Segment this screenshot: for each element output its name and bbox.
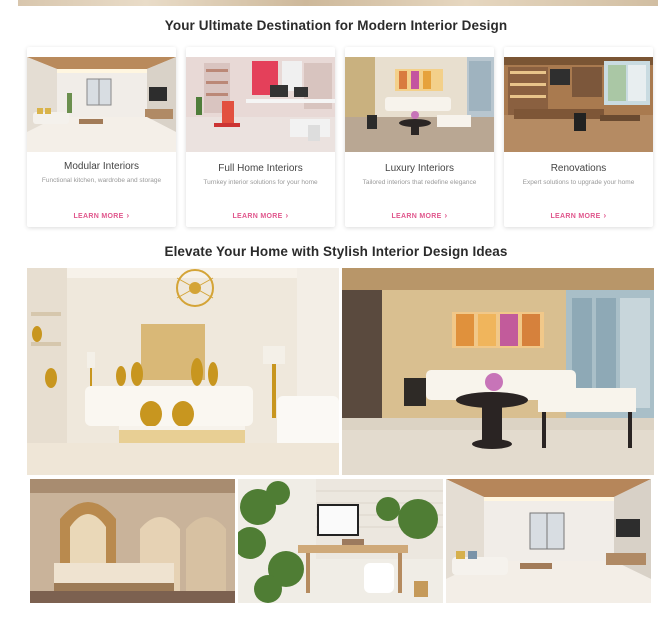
chevron-right-icon: › xyxy=(126,211,130,220)
service-card-full-home[interactable]: Full Home Interiors Turnkey interior sol… xyxy=(186,47,335,227)
card-title: Luxury Interiors xyxy=(385,163,454,174)
gallery-modern-living-image[interactable] xyxy=(446,479,651,603)
card-title: Full Home Interiors xyxy=(218,163,303,174)
learn-more-link[interactable]: LEARN MORE › xyxy=(345,211,494,220)
service-card-luxury[interactable]: Luxury Interiors Tailored interiors that… xyxy=(345,47,494,227)
gallery-gold-living-room-image[interactable] xyxy=(27,268,339,475)
gallery-section-title: Elevate Your Home with Stylish Interior … xyxy=(164,244,508,259)
services-card-grid: Modular Interiors Functional kitchen, wa… xyxy=(27,47,654,227)
card-description: Tailored interiors that redefine eleganc… xyxy=(362,179,477,186)
card-description: Expert solutions to upgrade your home xyxy=(522,179,635,186)
learn-more-link[interactable]: LEARN MORE › xyxy=(504,211,653,220)
learn-more-label: LEARN MORE xyxy=(73,213,124,220)
card-title: Modular Interiors xyxy=(63,161,140,172)
chevron-right-icon: › xyxy=(603,211,607,220)
renovations-image xyxy=(504,57,653,152)
gallery-plant-workspace-image[interactable] xyxy=(238,479,443,603)
chevron-right-icon: › xyxy=(285,211,289,220)
card-title: Renovations xyxy=(550,163,607,174)
card-description: Functional kitchen, wardrobe and storage xyxy=(41,177,162,184)
full-home-interiors-image xyxy=(186,57,335,152)
gallery-luxury-lounge-image[interactable] xyxy=(342,268,654,475)
learn-more-link[interactable]: LEARN MORE › xyxy=(27,211,176,220)
service-card-renovations[interactable]: Renovations Expert solutions to upgrade … xyxy=(504,47,653,227)
service-card-modular[interactable]: Modular Interiors Functional kitchen, wa… xyxy=(27,47,176,227)
card-description: Turnkey interior solutions for your home xyxy=(203,179,318,186)
chevron-right-icon: › xyxy=(444,211,448,220)
learn-more-label: LEARN MORE xyxy=(232,213,283,220)
learn-more-label: LEARN MORE xyxy=(391,213,442,220)
gallery-palace-bedroom-image[interactable] xyxy=(30,479,235,603)
modular-interiors-image xyxy=(27,57,176,152)
top-banner-strip xyxy=(18,0,658,6)
luxury-interiors-image xyxy=(345,57,494,152)
learn-more-link[interactable]: LEARN MORE › xyxy=(186,211,335,220)
services-section-title: Your Ultimate Destination for Modern Int… xyxy=(164,18,508,33)
learn-more-label: LEARN MORE xyxy=(550,213,601,220)
